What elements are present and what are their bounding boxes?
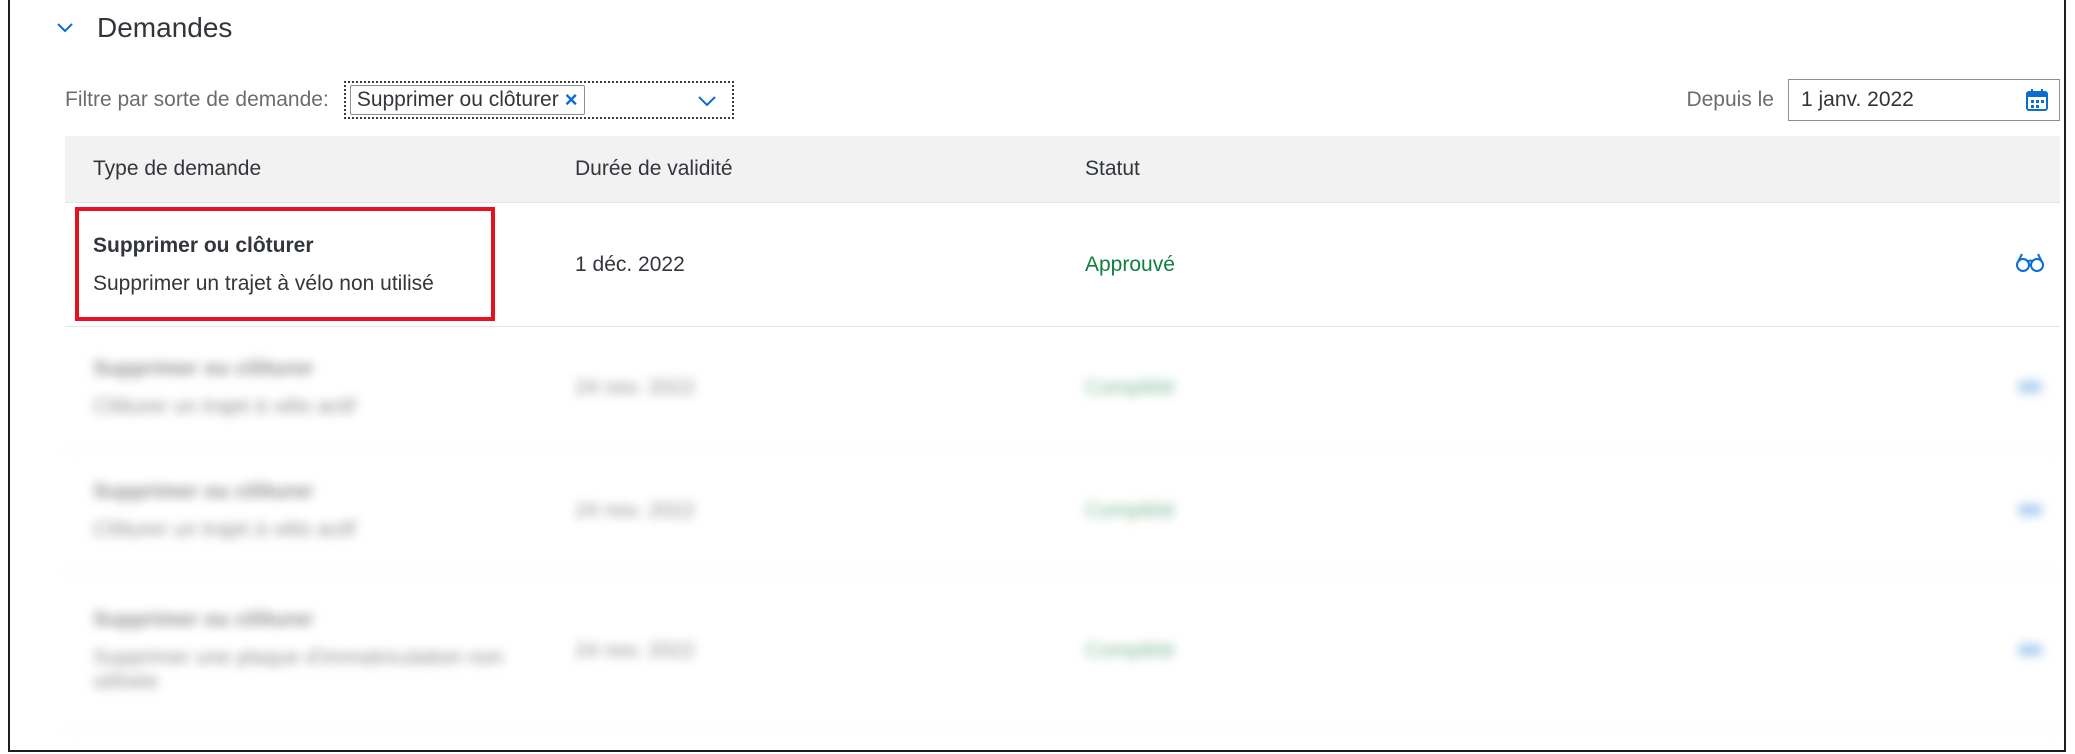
glasses-icon[interactable] (2015, 498, 2045, 520)
request-title: Supprimer ou clôturer (93, 357, 314, 380)
date-picker[interactable]: 1 janv. 2022 (1788, 79, 2060, 121)
glasses-icon[interactable] (2015, 251, 2045, 273)
validity-date: 24 nov. 2022 (575, 639, 695, 662)
requests-panel: Demandes Filtre par sorte de demande: Su… (8, 0, 2066, 752)
date-filter: Depuis le 1 janv. 2022 (1686, 76, 2060, 124)
status-text: Complété (1085, 499, 1175, 522)
request-description: Clôturer un trajet à vélo actif (93, 395, 356, 418)
validity-date: 24 nov. 2022 (575, 376, 695, 399)
chevron-down-icon[interactable] (696, 91, 718, 111)
close-icon[interactable]: × (565, 89, 578, 111)
validity-date: 24 nov. 2022 (575, 499, 695, 522)
request-description: Supprimer un trajet à vélo non utilisé (93, 271, 434, 295)
request-title: Supprimer ou clôturer (93, 608, 314, 631)
table-row[interactable]: Supprimer ou clôturer Clôturer un trajet… (65, 450, 2060, 573)
column-header-validity: Durée de validité (575, 157, 733, 180)
glasses-icon[interactable] (2015, 375, 2045, 397)
table-row[interactable]: Supprimer ou clôturer Supprimer un traje… (65, 203, 2060, 327)
glasses-icon[interactable] (2015, 638, 2045, 660)
request-type-filter[interactable]: Supprimer ou clôturer × (343, 81, 734, 119)
column-header-type: Type de demande (93, 157, 262, 180)
filter-label: Filtre par sorte de demande: (65, 88, 329, 111)
request-description: Clôturer un trajet à vélo actif (93, 518, 356, 541)
table-header: Type de demande Durée de validité Statut (65, 136, 2060, 203)
requests-table: Type de demande Durée de validité Statut… (65, 136, 2060, 730)
filter-token-label: Supprimer ou clôturer (356, 88, 559, 111)
column-header-status: Statut (1085, 157, 1140, 180)
section-header[interactable]: Demandes (55, 8, 232, 48)
date-value: 1 janv. 2022 (1801, 88, 1914, 111)
filter-bar: Filtre par sorte de demande: Supprimer o… (65, 76, 2060, 124)
validity-date: 1 déc. 2022 (575, 252, 685, 276)
status-text: Complété (1085, 639, 1175, 662)
request-description: Supprimer une plaque d'immatriculation n… (93, 646, 504, 693)
section-title: Demandes (97, 12, 233, 43)
table-row[interactable]: Supprimer ou clôturer Supprimer une plaq… (65, 573, 2060, 730)
table-row[interactable]: Supprimer ou clôturer Clôturer un trajet… (65, 327, 2060, 450)
calendar-icon[interactable] (2025, 88, 2049, 112)
date-label: Depuis le (1686, 88, 1774, 111)
status-text: Complété (1085, 376, 1175, 399)
request-title: Supprimer ou clôturer (93, 233, 314, 257)
filter-token[interactable]: Supprimer ou clôturer × (349, 85, 585, 115)
request-title: Supprimer ou clôturer (93, 480, 314, 503)
status-text: Approuvé (1085, 252, 1175, 276)
chevron-down-icon[interactable] (55, 18, 75, 38)
